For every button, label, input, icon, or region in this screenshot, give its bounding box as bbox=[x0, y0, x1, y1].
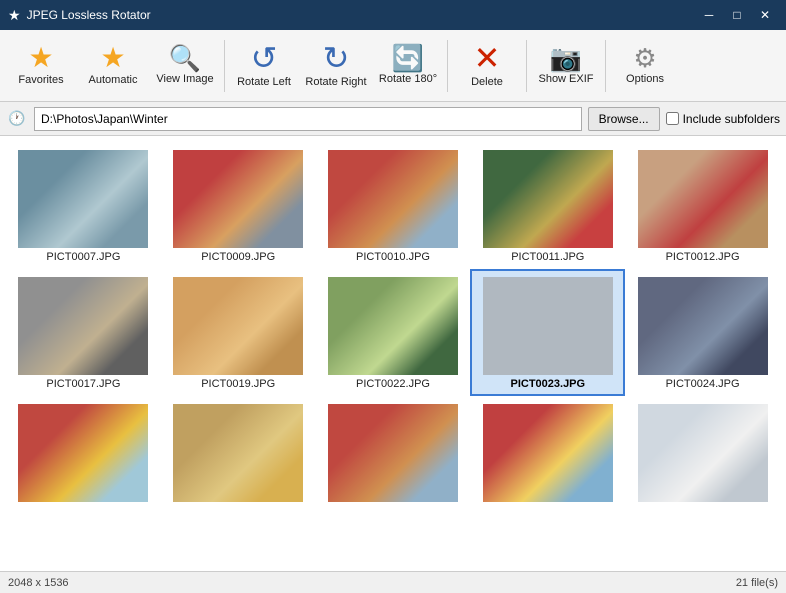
image-thumbnail bbox=[483, 404, 613, 502]
main-content: PICT0007.JPG PICT0009.JPG PICT0010.JPG PICT… bbox=[0, 136, 786, 571]
image-cell[interactable] bbox=[6, 396, 161, 511]
address-bar: 🕐 Browse... Include subfolders bbox=[0, 102, 786, 136]
image-filename: PICT0011.JPG bbox=[511, 251, 584, 263]
image-thumbnail bbox=[18, 150, 148, 248]
delete-label: Delete bbox=[471, 76, 503, 89]
image-thumbnail bbox=[483, 150, 613, 248]
rotate-right-label: Rotate Right bbox=[305, 76, 366, 89]
show-exif-button[interactable]: 📷 Show EXIF bbox=[531, 34, 601, 98]
star-icon: ★ bbox=[28, 44, 53, 72]
view-image-button[interactable]: 🔍 View Image bbox=[150, 34, 220, 98]
title-bar: ★ JPEG Lossless Rotator ─ □ ✕ bbox=[0, 0, 786, 30]
image-cell[interactable]: PICT0022.JPG bbox=[316, 269, 471, 396]
image-cell[interactable] bbox=[625, 396, 780, 511]
image-cell[interactable] bbox=[470, 396, 625, 511]
image-filename: PICT0009.JPG bbox=[201, 251, 275, 263]
rotate180-label: Rotate 180° bbox=[379, 73, 437, 86]
image-grid: PICT0007.JPG PICT0009.JPG PICT0010.JPG PICT… bbox=[0, 136, 786, 571]
file-count: 21 file(s) bbox=[736, 577, 778, 589]
options-button[interactable]: ⚙ Options bbox=[610, 34, 680, 98]
image-thumbnail bbox=[18, 277, 148, 375]
image-filename: PICT0022.JPG bbox=[356, 378, 430, 390]
image-filename: PICT0017.JPG bbox=[46, 378, 120, 390]
show-exif-label: Show EXIF bbox=[538, 73, 593, 86]
image-thumbnail bbox=[328, 150, 458, 248]
image-cell[interactable]: PICT0019.JPG bbox=[161, 269, 316, 396]
rotate-left-icon: ↺ bbox=[251, 42, 278, 74]
favorites-label: Favorites bbox=[18, 74, 63, 87]
toolbar-separator-3 bbox=[526, 40, 527, 92]
image-cell[interactable]: PICT0007.JPG bbox=[6, 142, 161, 269]
image-thumbnail bbox=[638, 277, 768, 375]
delete-icon: ✕ bbox=[474, 42, 501, 74]
minimize-button[interactable]: ─ bbox=[696, 4, 722, 26]
delete-button[interactable]: ✕ Delete bbox=[452, 34, 522, 98]
toolbar-separator-4 bbox=[605, 40, 606, 92]
image-thumbnail bbox=[18, 404, 148, 502]
rotate-right-button[interactable]: ↻ Rotate Right bbox=[301, 34, 371, 98]
history-button[interactable]: 🕐 bbox=[6, 108, 28, 130]
image-cell[interactable]: PICT0011.JPG bbox=[470, 142, 625, 269]
options-label: Options bbox=[626, 73, 664, 86]
close-button[interactable]: ✕ bbox=[752, 4, 778, 26]
auto-icon: ★ bbox=[100, 44, 125, 72]
image-dimensions: 2048 x 1536 bbox=[8, 577, 69, 589]
image-thumbnail bbox=[638, 404, 768, 502]
image-filename: PICT0007.JPG bbox=[46, 251, 120, 263]
rotate180-icon: 🔄 bbox=[392, 45, 424, 71]
browse-button[interactable]: Browse... bbox=[588, 107, 660, 131]
automatic-button[interactable]: ★ Automatic bbox=[78, 34, 148, 98]
toolbar: ★ Favorites ★ Automatic 🔍 View Image ↺ R… bbox=[0, 30, 786, 102]
image-thumbnail bbox=[328, 404, 458, 502]
image-filename: PICT0024.JPG bbox=[666, 378, 740, 390]
image-cell[interactable]: PICT0010.JPG bbox=[316, 142, 471, 269]
subfolder-text: Include subfolders bbox=[683, 112, 780, 126]
subfolder-checkbox[interactable] bbox=[666, 112, 679, 125]
favorites-button[interactable]: ★ Favorites bbox=[6, 34, 76, 98]
image-thumbnail bbox=[173, 277, 303, 375]
title-bar-left: ★ JPEG Lossless Rotator bbox=[8, 7, 151, 24]
magnify-icon: 🔍 bbox=[169, 45, 201, 71]
rotate-left-label: Rotate Left bbox=[237, 76, 291, 89]
image-thumbnail bbox=[173, 150, 303, 248]
toolbar-separator-1 bbox=[224, 40, 225, 92]
image-cell[interactable]: PICT0009.JPG bbox=[161, 142, 316, 269]
image-thumbnail bbox=[328, 277, 458, 375]
maximize-button[interactable]: □ bbox=[724, 4, 750, 26]
status-bar: 2048 x 1536 21 file(s) bbox=[0, 571, 786, 593]
image-cell[interactable]: PICT0012.JPG bbox=[625, 142, 780, 269]
rotate-left-button[interactable]: ↺ Rotate Left bbox=[229, 34, 299, 98]
image-thumbnail bbox=[173, 404, 303, 502]
window-controls: ─ □ ✕ bbox=[696, 4, 778, 26]
toolbar-separator-2 bbox=[447, 40, 448, 92]
view-image-label: View Image bbox=[156, 73, 213, 86]
image-filename: PICT0010.JPG bbox=[356, 251, 430, 263]
image-filename: PICT0023.JPG bbox=[510, 378, 585, 390]
image-cell[interactable]: PICT0023.JPG bbox=[470, 269, 625, 396]
image-cell[interactable]: PICT0017.JPG bbox=[6, 269, 161, 396]
rotate-right-icon: ↻ bbox=[323, 42, 350, 74]
image-cell[interactable] bbox=[161, 396, 316, 511]
path-input[interactable] bbox=[34, 107, 582, 131]
image-cell[interactable] bbox=[316, 396, 471, 511]
automatic-label: Automatic bbox=[89, 74, 138, 87]
image-thumbnail bbox=[638, 150, 768, 248]
app-title: JPEG Lossless Rotator bbox=[27, 8, 151, 22]
image-filename: PICT0012.JPG bbox=[666, 251, 740, 263]
rotate180-button[interactable]: 🔄 Rotate 180° bbox=[373, 34, 443, 98]
camera-icon: 📷 bbox=[550, 45, 582, 71]
image-thumbnail bbox=[483, 277, 613, 375]
gear-icon: ⚙ bbox=[633, 45, 656, 71]
subfolder-checkbox-label[interactable]: Include subfolders bbox=[666, 112, 780, 126]
image-filename: PICT0019.JPG bbox=[201, 378, 275, 390]
app-icon: ★ bbox=[8, 7, 21, 24]
image-cell[interactable]: PICT0024.JPG bbox=[625, 269, 780, 396]
